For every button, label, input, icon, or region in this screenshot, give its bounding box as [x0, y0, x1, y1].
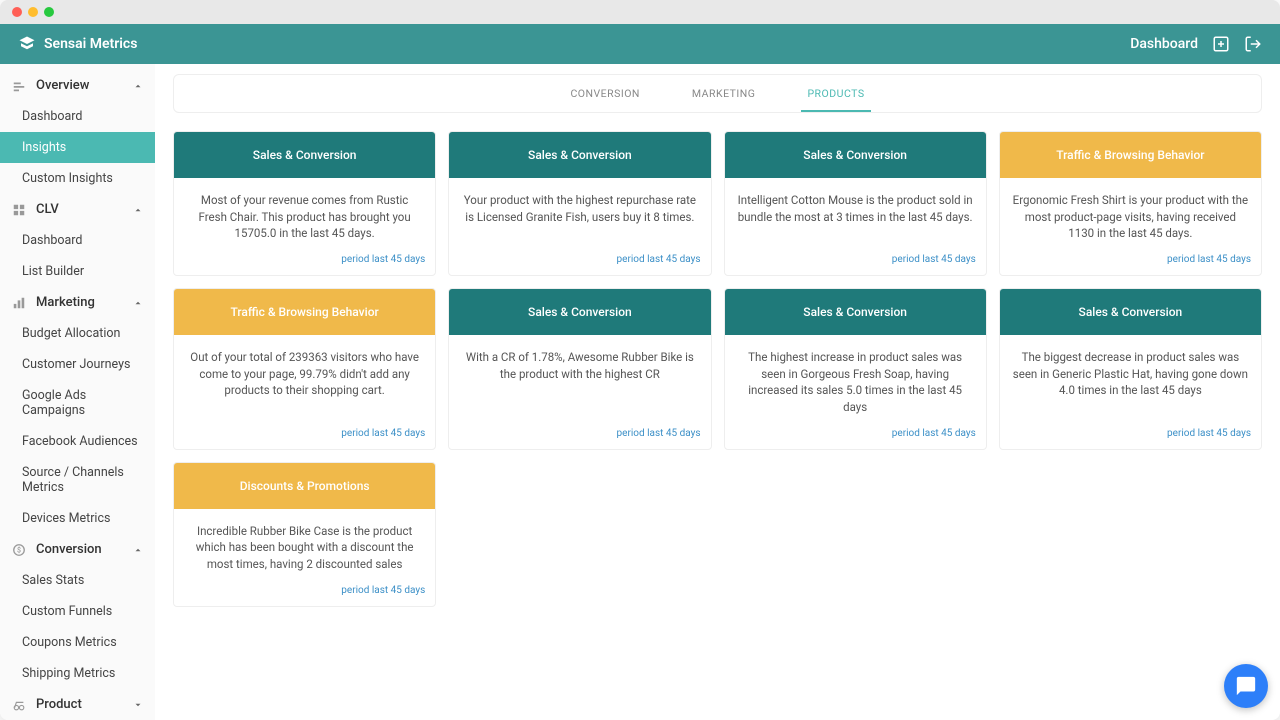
insight-card[interactable]: Discounts & PromotionsIncredible Rubber …	[173, 462, 436, 607]
tab-marketing[interactable]: MARKETING	[686, 75, 762, 112]
main-content: CONVERSION MARKETING PRODUCTS Sales & Conv…	[155, 64, 1280, 720]
sidebar-item-source-channels-metrics[interactable]: Source / Channels Metrics	[0, 457, 155, 503]
sidebar-section-product[interactable]: Product	[0, 689, 155, 720]
sidebar-item-customer-journeys[interactable]: Customer Journeys	[0, 349, 155, 380]
tabs-container: CONVERSION MARKETING PRODUCTS	[173, 74, 1262, 113]
tab-products[interactable]: PRODUCTS	[801, 75, 870, 112]
insight-card[interactable]: Traffic & Browsing BehaviorErgonomic Fre…	[999, 131, 1262, 276]
card-period: period last 45 days	[174, 422, 435, 449]
card-period: period last 45 days	[174, 248, 435, 275]
card-period: period last 45 days	[1000, 248, 1261, 275]
card-period: period last 45 days	[449, 248, 710, 275]
sidebar-section-label: Conversion	[36, 542, 102, 557]
sidebar-section-marketing[interactable]: Marketing	[0, 287, 155, 318]
card-period: period last 45 days	[725, 422, 986, 449]
chevron-up-icon	[133, 205, 143, 215]
logout-icon[interactable]	[1244, 35, 1262, 53]
insight-card[interactable]: Sales & ConversionThe biggest decrease i…	[999, 288, 1262, 450]
card-heading: Traffic & Browsing Behavior	[174, 289, 435, 335]
card-heading: Sales & Conversion	[725, 289, 986, 335]
insight-card[interactable]: Sales & ConversionThe highest increase i…	[724, 288, 987, 450]
window-minimize-button[interactable]	[28, 7, 38, 17]
sidebar-item-budget-allocation[interactable]: Budget Allocation	[0, 318, 155, 349]
section-icon: $	[12, 543, 26, 557]
sidebar-section-label: Marketing	[36, 295, 95, 310]
svg-text:$: $	[17, 546, 21, 554]
section-icon	[12, 698, 26, 712]
sidebar-section-overview[interactable]: Overview	[0, 70, 155, 101]
insight-card[interactable]: Sales & ConversionYour product with the …	[448, 131, 711, 276]
tabs: CONVERSION MARKETING PRODUCTS	[174, 75, 1261, 112]
card-period: period last 45 days	[1000, 422, 1261, 449]
sidebar-item-dashboard[interactable]: Dashboard	[0, 225, 155, 256]
sidebar-section-label: Overview	[36, 78, 89, 93]
app-root: Sensai Metrics Dashboard Overview Dashboa…	[0, 24, 1280, 720]
insight-card[interactable]: Traffic & Browsing BehaviorOut of your t…	[173, 288, 436, 450]
app-body: OverviewDashboardInsightsCustom Insights…	[0, 64, 1280, 720]
card-period: period last 45 days	[725, 248, 986, 275]
sidebar-item-sales-stats[interactable]: Sales Stats	[0, 565, 155, 596]
topbar-right: Dashboard	[1130, 35, 1262, 53]
sidebar-item-custom-funnels[interactable]: Custom Funnels	[0, 596, 155, 627]
card-heading: Traffic & Browsing Behavior	[1000, 132, 1261, 178]
sidebar-item-insights[interactable]: Insights	[0, 132, 155, 163]
card-body: With a CR of 1.78%, Awesome Rubber Bike …	[449, 335, 710, 422]
insight-card[interactable]: Sales & ConversionWith a CR of 1.78%, Aw…	[448, 288, 711, 450]
sidebar-section-clv[interactable]: CLV	[0, 194, 155, 225]
window-maximize-button[interactable]	[44, 7, 54, 17]
chevron-up-icon	[133, 298, 143, 308]
window-frame: Sensai Metrics Dashboard Overview Dashboa…	[0, 0, 1280, 720]
window-titlebar	[0, 0, 1280, 24]
card-body: Your product with the highest repurchase…	[449, 178, 710, 248]
sidebar-item-dashboard[interactable]: Dashboard	[0, 101, 155, 132]
card-heading: Sales & Conversion	[1000, 289, 1261, 335]
card-period: period last 45 days	[449, 422, 710, 449]
card-body: The biggest decrease in product sales wa…	[1000, 335, 1261, 422]
sidebar-section-label: Product	[36, 697, 82, 712]
card-heading: Discounts & Promotions	[174, 463, 435, 509]
sidebar-item-google-ads-campaigns[interactable]: Google Ads Campaigns	[0, 380, 155, 426]
sidebar-section-label: CLV	[36, 202, 59, 217]
sidebar-item-custom-insights[interactable]: Custom Insights	[0, 163, 155, 194]
chevron-up-icon	[133, 81, 143, 91]
topbar-dashboard-link[interactable]: Dashboard	[1130, 36, 1198, 52]
add-widget-icon[interactable]	[1212, 35, 1230, 53]
brand[interactable]: Sensai Metrics	[18, 35, 137, 53]
section-icon	[12, 203, 26, 217]
sidebar-item-shipping-metrics[interactable]: Shipping Metrics	[0, 658, 155, 689]
card-body: Out of your total of 239363 visitors who…	[174, 335, 435, 422]
sidebar-section-conversion[interactable]: $ Conversion	[0, 534, 155, 565]
topbar: Sensai Metrics Dashboard	[0, 24, 1280, 64]
section-icon	[12, 296, 26, 310]
card-heading: Sales & Conversion	[449, 132, 710, 178]
insight-card[interactable]: Sales & ConversionMost of your revenue c…	[173, 131, 436, 276]
brand-icon	[18, 35, 36, 53]
card-body: The highest increase in product sales wa…	[725, 335, 986, 422]
card-heading: Sales & Conversion	[725, 132, 986, 178]
sidebar-item-devices-metrics[interactable]: Devices Metrics	[0, 503, 155, 534]
chat-fab[interactable]	[1224, 664, 1268, 708]
card-body: Incredible Rubber Bike Case is the produ…	[174, 509, 435, 579]
chevron-down-icon	[133, 700, 143, 710]
sidebar-item-coupons-metrics[interactable]: Coupons Metrics	[0, 627, 155, 658]
insight-cards-grid: Sales & ConversionMost of your revenue c…	[173, 131, 1262, 607]
card-body: Intelligent Cotton Mouse is the product …	[725, 178, 986, 248]
chat-icon	[1235, 675, 1257, 697]
sidebar-item-facebook-audiences[interactable]: Facebook Audiences	[0, 426, 155, 457]
chevron-up-icon	[133, 545, 143, 555]
window-close-button[interactable]	[12, 7, 22, 17]
section-icon	[12, 79, 26, 93]
brand-name: Sensai Metrics	[44, 36, 137, 52]
card-body: Ergonomic Fresh Shirt is your product wi…	[1000, 178, 1261, 248]
card-heading: Sales & Conversion	[449, 289, 710, 335]
sidebar-item-list-builder[interactable]: List Builder	[0, 256, 155, 287]
sidebar: OverviewDashboardInsightsCustom Insights…	[0, 64, 155, 720]
insight-card[interactable]: Sales & ConversionIntelligent Cotton Mou…	[724, 131, 987, 276]
card-body: Most of your revenue comes from Rustic F…	[174, 178, 435, 248]
card-heading: Sales & Conversion	[174, 132, 435, 178]
tab-conversion[interactable]: CONVERSION	[564, 75, 645, 112]
card-period: period last 45 days	[174, 579, 435, 606]
